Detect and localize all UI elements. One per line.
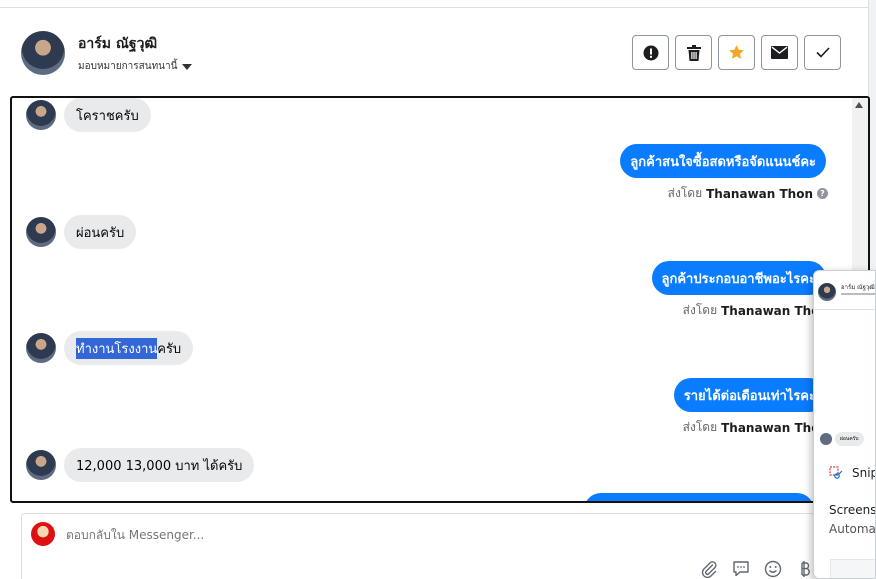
composer-toolbar [698,558,816,579]
contact-avatar-small [26,217,56,247]
smiley-icon [764,560,782,578]
message-bubble[interactable]: โคราชครับ [64,98,151,132]
contact-avatar-small [26,450,56,480]
contact-avatar[interactable] [21,31,65,75]
popup-message-chip: ผ่อนครับ [835,432,864,446]
agent-name[interactable]: Thanawan Thon [721,304,828,318]
message-thread[interactable]: โคราชครับ ลูกค้าสนใจซื้อสดหรือจัดแนนช์คะ… [10,96,870,503]
star-button[interactable] [718,35,755,70]
sent-by-prefix: ส่งโดย [667,186,703,200]
agent-name[interactable]: Thanawan Thon [721,421,828,435]
popup-body: Automa [829,522,876,536]
report-button[interactable] [632,35,669,70]
chat-bubble-icon [733,561,749,577]
message-bubble[interactable]: ผ่อนครับ [64,215,137,249]
assign-label: มอบหมายการสนทนานี้ [78,61,178,72]
message-bubble[interactable]: ทำงานโรงงาน ครับ [64,331,194,365]
screenshot-notification-popup[interactable]: อาร์ม ณัฐวุฒิ ผ่อนครับ Snip Screens Auto… [813,270,876,579]
incoming-message: ผ่อนครับ [26,215,137,249]
saved-replies-button[interactable] [730,558,752,579]
top-strip [0,0,868,8]
popup-divider [814,309,875,310]
reply-input[interactable] [66,528,566,542]
action-toolbar [632,35,841,70]
star-icon [729,45,744,59]
baht-icon [801,561,810,577]
incoming-message: โคราชครับ [26,98,151,132]
email-button[interactable] [761,35,798,70]
outgoing-message-bubble[interactable]: ลูกค้าประกอบอาชีพอะไรคะ [651,261,826,295]
conversation-header: อาร์ม ณัฐวุฒิ มอบหมายการสนทนานี้ [0,9,868,95]
caret-down-icon [182,63,193,70]
incoming-message: 12,000 13,000 บาท ได้ครับ [26,448,255,482]
popup-chip-avatar [820,433,832,445]
checkmark-icon [815,47,830,58]
message-text: ครับ [157,341,182,357]
popup-thumbnail[interactable] [830,559,875,578]
sent-by-prefix: ส่งโดย [682,303,718,317]
popup-app-name: Snip [852,466,876,480]
sent-by-line: ส่งโดย Thanawan Thon ? [668,184,828,203]
popup-avatar [818,283,836,301]
contact-name[interactable]: อาร์ม ณัฐวุฒิ [78,33,157,55]
paperclip-icon [701,561,717,578]
selected-text[interactable]: ทำงานโรงงาน [76,337,158,359]
exclamation-circle-icon [643,45,658,60]
reply-composer [21,513,831,579]
attach-button[interactable] [698,558,720,579]
sent-by-line: ส่งโดย Thanawan Thon [683,418,828,437]
delete-button[interactable] [675,35,712,70]
page-avatar [31,522,55,546]
outgoing-message-bubble[interactable]: ลูกค้าสนใจซื้อสดหรือจัดแนนช์คะ [620,144,826,178]
emoji-button[interactable] [762,558,784,579]
scroll-up-icon[interactable] [855,102,863,108]
trash-icon [686,44,701,61]
contact-avatar-small [26,100,56,130]
outgoing-message-bubble[interactable]: รายได้ต่อเดือนเท่าไรคะ [673,378,826,412]
agent-name[interactable]: Thanawan Thon [706,187,813,201]
envelope-icon [771,46,788,59]
done-button[interactable] [804,35,841,70]
help-icon[interactable]: ? [817,188,828,199]
contact-avatar-small [26,333,56,363]
sent-by-prefix: ส่งโดย [682,420,718,434]
snipping-tool-icon [829,466,843,479]
sent-by-line: ส่งโดย Thanawan Thon [683,301,828,320]
popup-title: Screens [829,503,876,517]
incoming-message: ทำงานโรงงาน ครับ [26,331,194,365]
popup-subline [841,293,875,295]
popup-contact-name: อาร์ม ณัฐวุฒิ [841,284,875,291]
message-bubble[interactable]: 12,000 13,000 บาท ได้ครับ [64,448,255,482]
assign-conversation-dropdown[interactable]: มอบหมายการสนทนานี้ [78,59,193,74]
outgoing-message-bubble-partial[interactable] [584,493,814,501]
